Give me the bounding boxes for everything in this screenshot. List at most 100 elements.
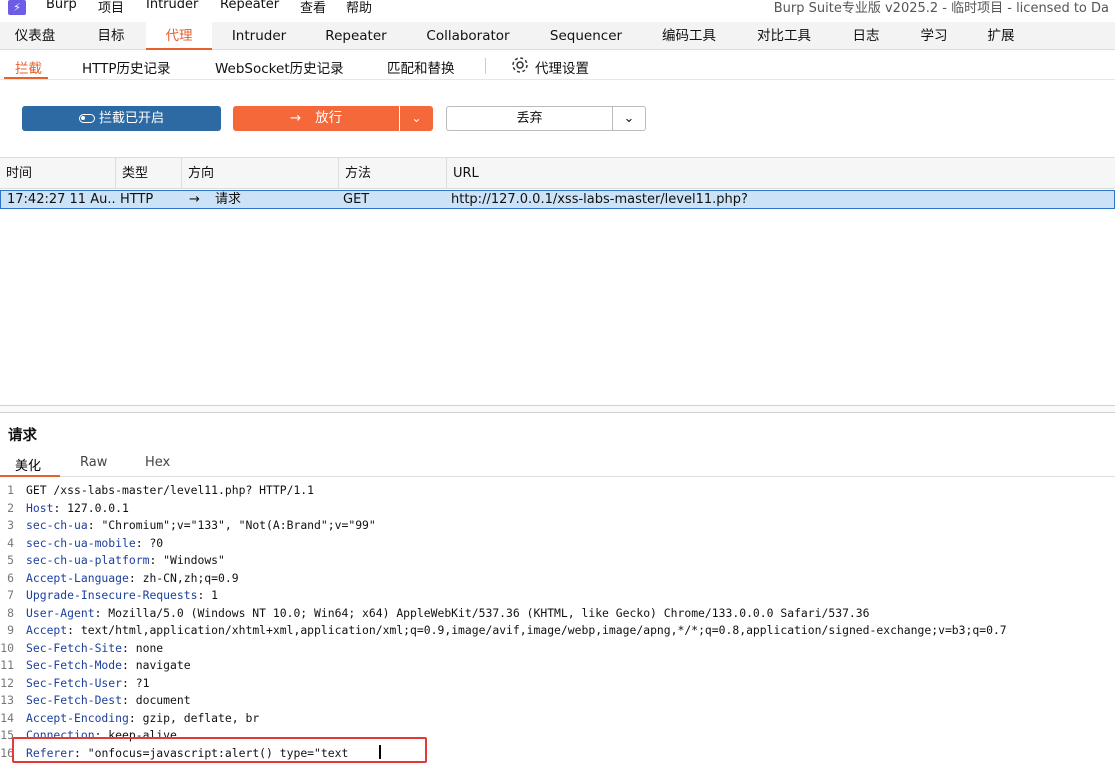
gear-icon[interactable] (511, 56, 529, 78)
column-header-method[interactable]: 方法 (339, 158, 447, 189)
request-line: Sec-Fetch-User: ?1 (26, 675, 150, 690)
tab-comparer[interactable]: 对比工具 (748, 22, 820, 50)
column-header-type[interactable]: 类型 (116, 158, 182, 189)
tab-decoder[interactable]: 编码工具 (654, 22, 724, 50)
line-number: 14 (0, 710, 14, 725)
chevron-down-icon: ⌄ (623, 111, 635, 126)
request-view-tabs: 美化 Raw Hex (0, 453, 1115, 477)
header-value: 1 (204, 588, 219, 602)
tab-pretty[interactable]: 美化 (15, 455, 41, 474)
table-row[interactable]: 17:42:27 11 Au... HTTP → 请求 GET http://1… (0, 190, 1115, 209)
tab-extensions[interactable]: 扩展 (978, 22, 1024, 50)
request-line: sec-ch-ua-platform: "Windows" (26, 553, 225, 567)
forward-options-button[interactable]: ⌄ (400, 106, 433, 131)
tab-dashboard[interactable]: 仪表盘 (0, 22, 70, 50)
menu-project[interactable]: 项目 (98, 0, 124, 16)
header-name: Accept-Encoding (26, 710, 129, 725)
cell-type: HTTP (120, 192, 154, 207)
subtab-intercept[interactable]: 拦截 (15, 57, 42, 77)
subtab-separator (485, 58, 486, 74)
tab-logger[interactable]: 日志 (842, 22, 890, 50)
header-name: Sec-Fetch-Mode (26, 658, 123, 672)
request-line: Sec-Fetch-Site: none (26, 640, 164, 655)
menu-intruder[interactable]: Intruder (146, 0, 198, 12)
column-header-time[interactable]: 时间 (0, 158, 116, 189)
header-name: Upgrade-Insecure-Requests (26, 588, 198, 602)
tab-hex[interactable]: Hex (145, 455, 170, 470)
cell-direction: 请求 (215, 192, 242, 207)
line-number: 13 (0, 693, 14, 707)
request-line: Host: 127.0.0.1 (26, 500, 129, 515)
pane-splitter[interactable] (0, 405, 1115, 413)
tab-repeater[interactable]: Repeater (316, 22, 396, 50)
header-value: none (128, 640, 164, 655)
header-value: Mozilla/5.0 (Windows NT 10.0; Win64; x64… (101, 605, 870, 620)
header-name: Sec-Fetch-Site (26, 640, 123, 655)
column-header-direction[interactable]: 方向 (182, 158, 339, 189)
header-value: ?0 (142, 535, 164, 550)
tab-learn[interactable]: 学习 (912, 22, 956, 50)
menu-help[interactable]: 帮助 (346, 0, 372, 16)
cell-method: GET (343, 192, 370, 207)
cell-url: http://127.0.0.1/xss-labs-master/level11… (451, 192, 748, 207)
request-editor[interactable]: 1 GET /xss-labs-master/level11.php? HTTP/… (0, 478, 1115, 761)
subtab-websocket-history[interactable]: WebSocket历史记录 (215, 57, 344, 77)
text-cursor (379, 745, 381, 759)
cell-time: 17:42:27 11 Au... (7, 192, 115, 207)
forward-button[interactable]: → 放行 (233, 106, 399, 131)
burp-logo-icon: ⚡ (8, 0, 26, 15)
line-number: 2 (7, 500, 14, 515)
line-number: 5 (7, 553, 14, 567)
tab-target[interactable]: 目标 (78, 22, 144, 50)
menu-burp[interactable]: Burp (46, 0, 77, 12)
intercept-toolbar: 拦截已开启 → 放行 ⌄ 丢弃 ⌄ (0, 80, 1115, 157)
header-name: sec-ch-ua-mobile (26, 535, 136, 550)
tab-collaborator[interactable]: Collaborator (418, 22, 518, 50)
drop-options-button[interactable]: ⌄ (612, 106, 646, 131)
line-number: 3 (7, 518, 14, 532)
request-line: Upgrade-Insecure-Requests: 1 (26, 588, 219, 602)
line-number: 7 (7, 588, 14, 602)
subtab-match-replace[interactable]: 匹配和替换 (387, 57, 455, 77)
annotation-highlight-box (12, 737, 427, 763)
request-line: Sec-Fetch-Mode: navigate (26, 658, 191, 672)
header-name: Sec-Fetch-User (26, 675, 123, 690)
header-name: Host (26, 500, 54, 515)
forward-label: 放行 (315, 110, 343, 126)
header-name: sec-ch-ua (26, 518, 88, 532)
intercept-queue-table: 时间 类型 方向 方法 URL 17:42:27 11 Au... HTTP →… (0, 157, 1115, 405)
line-number: 12 (0, 675, 14, 690)
tab-sequencer[interactable]: Sequencer (542, 22, 630, 50)
line-number: 6 (7, 570, 14, 585)
subtab-proxy-settings[interactable]: 代理设置 (535, 57, 589, 77)
tab-proxy[interactable]: 代理 (146, 22, 212, 50)
request-line: Accept: text/html,application/xhtml+xml,… (26, 623, 1007, 637)
column-header-url[interactable]: URL (447, 158, 1115, 189)
tab-raw[interactable]: Raw (80, 455, 107, 470)
request-line: Sec-Fetch-Dest: document (26, 693, 191, 707)
chevron-down-icon: ⌄ (411, 111, 422, 125)
header-value: navigate (128, 658, 191, 672)
line-number: 8 (7, 605, 14, 620)
header-name: User-Agent (26, 605, 95, 620)
arrow-right-icon: → (289, 110, 302, 126)
request-line: sec-ch-ua-mobile: ?0 (26, 535, 164, 550)
menu-repeater[interactable]: Repeater (220, 0, 279, 12)
subtab-http-history[interactable]: HTTP历史记录 (82, 57, 171, 77)
tab-intruder[interactable]: Intruder (222, 22, 296, 50)
header-value: GET /xss-labs-master/level11.php? HTTP/1… (26, 483, 315, 497)
intercept-toggle-button[interactable]: 拦截已开启 (22, 106, 221, 131)
request-line: GET /xss-labs-master/level11.php? HTTP/1… (26, 483, 314, 497)
header-value: "Windows" (156, 553, 225, 567)
request-line: sec-ch-ua: "Chromium";v="133", "Not(A:Br… (26, 518, 376, 532)
subtab-active-indicator (4, 77, 48, 79)
line-number: 10 (0, 640, 14, 655)
header-value: "Chromium";v="133", "Not(A:Brand";v="99" (94, 518, 376, 532)
menu-view[interactable]: 查看 (300, 0, 326, 16)
proxy-sub-tab-bar: 拦截 HTTP历史记录 WebSocket历史记录 匹配和替换 代理设置 (0, 50, 1115, 80)
header-value: 127.0.0.1 (60, 500, 129, 515)
header-name: Accept-Language (26, 570, 129, 585)
drop-button[interactable]: 丢弃 (446, 106, 612, 131)
toggle-icon (78, 114, 95, 123)
app-title: Burp Suite专业版 v2025.2 - 临时项目 - licensed … (773, 1, 1109, 16)
